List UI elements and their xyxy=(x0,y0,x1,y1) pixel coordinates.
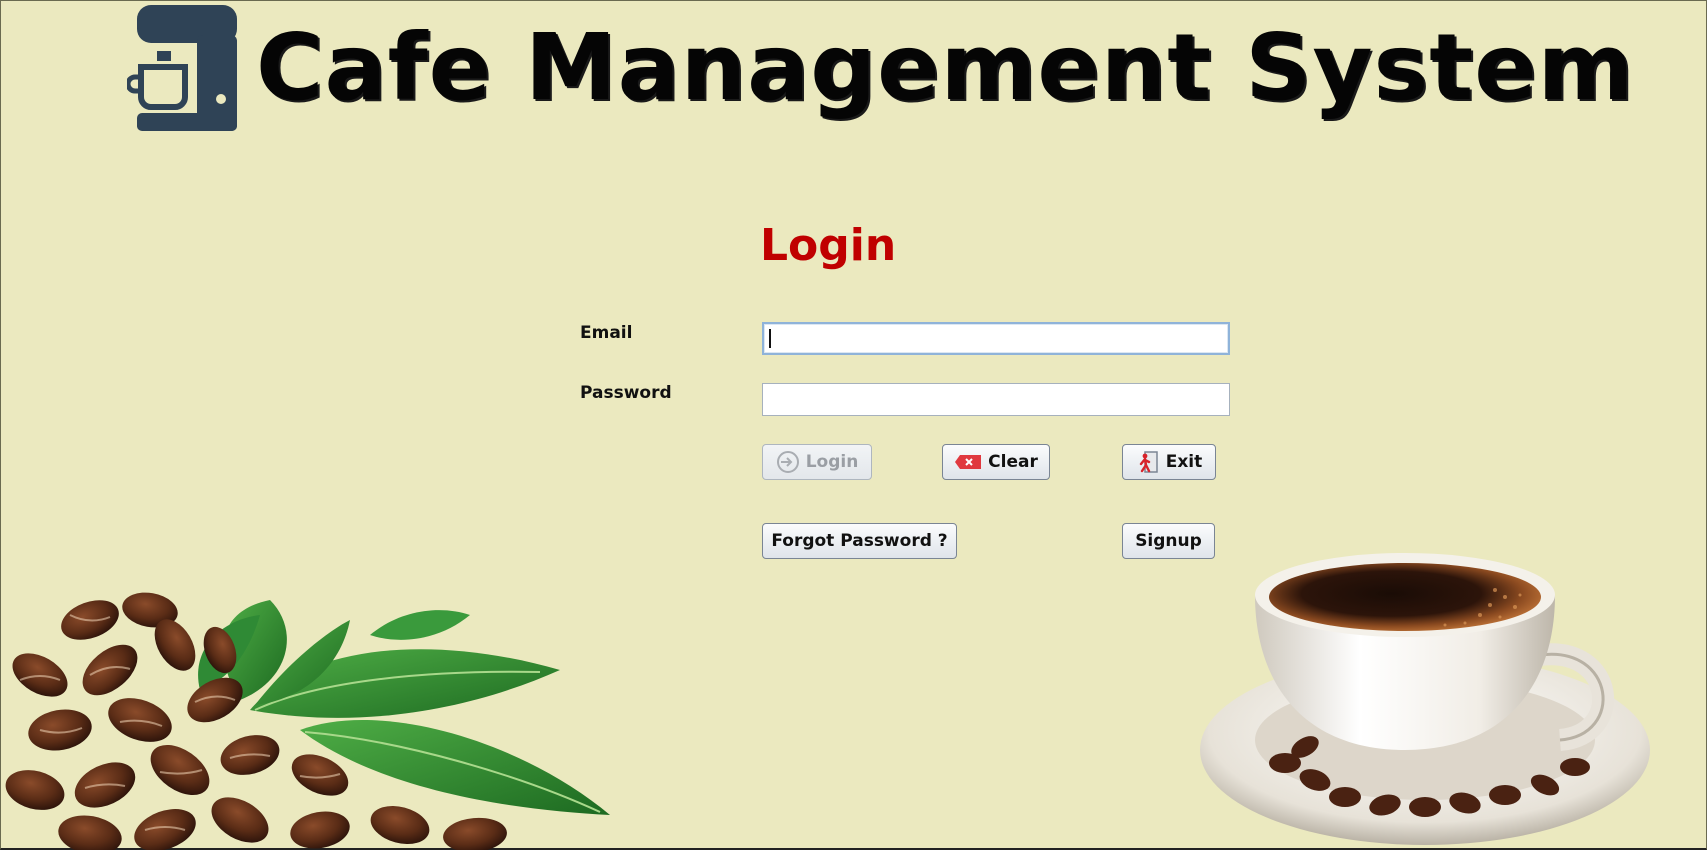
clear-x-icon xyxy=(955,455,982,469)
text-caret xyxy=(769,329,771,348)
login-button[interactable]: Login xyxy=(762,444,872,480)
exit-door-icon xyxy=(1139,451,1158,473)
login-heading: Login xyxy=(760,220,897,271)
login-button-label: Login xyxy=(805,452,859,472)
login-arrow-icon xyxy=(776,451,799,473)
exit-button-label: Exit xyxy=(1165,452,1203,472)
clear-button[interactable]: Clear xyxy=(942,444,1050,480)
clear-button-label: Clear xyxy=(988,452,1038,472)
password-field[interactable] xyxy=(762,383,1230,416)
password-label: Password xyxy=(580,383,672,403)
email-field[interactable] xyxy=(762,322,1230,355)
signup-button-label: Signup xyxy=(1135,531,1202,551)
forgot-password-button[interactable]: Forgot Password ? xyxy=(762,523,957,559)
exit-button[interactable]: Exit xyxy=(1122,444,1216,480)
email-label: Email xyxy=(580,323,633,343)
forgot-password-label: Forgot Password ? xyxy=(771,531,948,551)
coffee-machine-icon xyxy=(127,5,237,131)
coffee-beans-image xyxy=(5,592,610,850)
coffee-cup-image xyxy=(1200,553,1650,845)
app-title: Cafe Management System xyxy=(256,14,1635,121)
